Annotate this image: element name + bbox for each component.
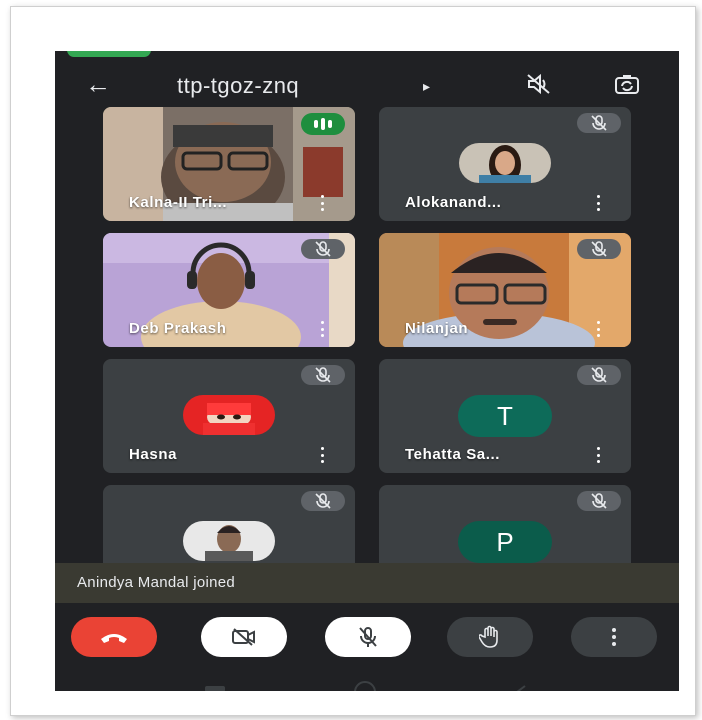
mic-off-icon — [577, 113, 621, 133]
end-call-button[interactable] — [71, 617, 157, 657]
switch-camera-icon[interactable] — [611, 69, 643, 99]
phone-hangup-icon — [101, 634, 127, 643]
mic-off-icon — [359, 627, 377, 647]
more-options-button[interactable] — [571, 617, 657, 657]
meeting-code[interactable]: ttp-tgoz-znq — [177, 71, 299, 101]
join-notification: Anindya Mandal joined — [55, 563, 679, 603]
screenshot-frame: ← ttp-tgoz-znq ▸ Kalna-II Tri... Alokana… — [10, 6, 696, 716]
hand-icon — [479, 625, 498, 648]
camera-off-icon — [232, 628, 255, 646]
audio-level-icon — [301, 113, 345, 135]
top-bar: ← ttp-tgoz-znq ▸ — [55, 65, 679, 105]
participant-tile[interactable]: Nilanjan — [379, 233, 631, 347]
more-vertical-icon[interactable] — [317, 195, 327, 211]
participant-name: Hasna — [129, 446, 178, 463]
mic-off-icon — [301, 491, 345, 511]
participant-letter-avatar: T — [458, 395, 552, 437]
camera-toggle-button[interactable] — [201, 617, 287, 657]
participant-name: Deb Prakash — [129, 320, 227, 337]
participant-name: Tehatta Sa... — [405, 446, 501, 463]
mic-off-icon — [301, 365, 345, 385]
mic-off-icon — [577, 365, 621, 385]
mic-off-icon — [301, 239, 345, 259]
speaker-off-icon[interactable] — [523, 69, 555, 99]
call-controls — [55, 609, 679, 669]
participant-avatar — [183, 395, 275, 435]
mic-off-icon — [577, 491, 621, 511]
system-nav-bar — [55, 679, 679, 691]
status-bar-indicator — [67, 51, 151, 57]
more-vertical-icon[interactable] — [593, 321, 603, 337]
back-arrow-icon[interactable]: ← — [83, 69, 113, 99]
participant-avatar — [459, 143, 551, 183]
more-vertical-icon[interactable] — [593, 195, 603, 211]
participant-tile[interactable]: Deb Prakash — [103, 233, 355, 347]
participant-avatar — [183, 521, 275, 561]
more-vertical-icon — [611, 628, 617, 646]
raise-hand-button[interactable] — [447, 617, 533, 657]
participant-tile[interactable]: Alokanand... — [379, 107, 631, 221]
participant-tile[interactable]: Kalna-II Tri... — [103, 107, 355, 221]
participant-name: Kalna-II Tri... — [129, 194, 228, 211]
participant-name: Alokanand... — [405, 194, 502, 211]
participant-letter-avatar: P — [458, 521, 552, 563]
participant-tile[interactable]: T Tehatta Sa... — [379, 359, 631, 473]
more-vertical-icon[interactable] — [317, 447, 327, 463]
mic-toggle-button[interactable] — [325, 617, 411, 657]
meet-call-screen: ← ttp-tgoz-znq ▸ Kalna-II Tri... Alokana… — [55, 51, 679, 691]
participant-name: Nilanjan — [405, 320, 469, 337]
participant-tile[interactable]: Hasna — [103, 359, 355, 473]
caret-right-icon[interactable]: ▸ — [423, 75, 430, 97]
more-vertical-icon[interactable] — [593, 447, 603, 463]
mic-off-icon — [577, 239, 621, 259]
more-vertical-icon[interactable] — [317, 321, 327, 337]
